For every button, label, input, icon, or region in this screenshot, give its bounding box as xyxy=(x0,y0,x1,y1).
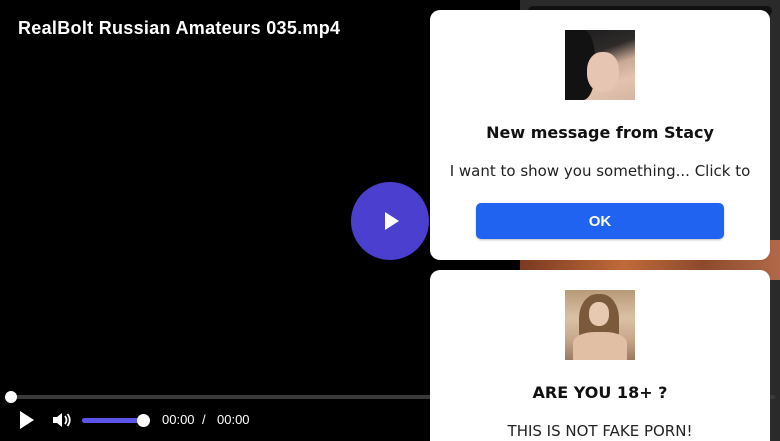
big-play-button[interactable] xyxy=(351,182,429,260)
notification-card[interactable]: New message from Stacy I want to show yo… xyxy=(430,10,770,260)
age-check-text: THIS IS NOT FAKE PORN! xyxy=(507,422,693,440)
time-separator: / xyxy=(202,412,206,427)
total-time: 00:00 xyxy=(217,412,250,427)
progress-handle[interactable] xyxy=(5,391,17,403)
play-icon xyxy=(20,411,34,429)
current-time: 00:00 xyxy=(162,412,195,427)
sender-photo xyxy=(565,30,635,100)
volume-handle[interactable] xyxy=(137,414,150,427)
video-title: RealBolt Russian Amateurs 035.mp4 xyxy=(18,18,341,38)
play-button[interactable] xyxy=(16,410,38,432)
ok-button[interactable]: OK xyxy=(476,203,724,239)
age-check-heading: ARE YOU 18+ ? xyxy=(532,383,668,402)
volume-button[interactable] xyxy=(50,410,74,432)
notification-heading: New message from Stacy xyxy=(486,123,714,142)
volume-icon xyxy=(53,412,71,427)
age-check-card[interactable]: ARE YOU 18+ ? THIS IS NOT FAKE PORN! xyxy=(430,270,770,441)
control-bar: 00:00 / 00:00 xyxy=(0,405,430,435)
play-icon xyxy=(385,212,399,230)
notification-text: I want to show you something... Click to xyxy=(449,162,751,180)
promo-photo xyxy=(565,290,635,360)
